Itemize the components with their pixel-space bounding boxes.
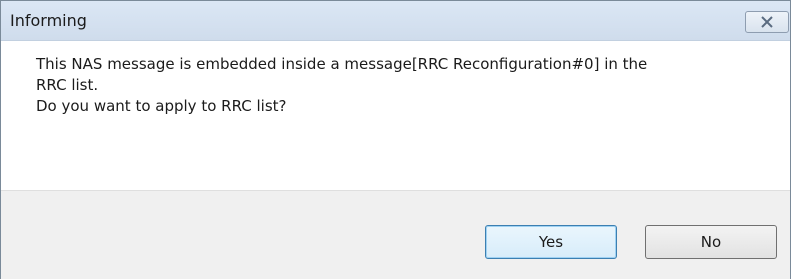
no-button[interactable]: No [645, 225, 777, 259]
message-line: RRC list. [36, 76, 99, 94]
message-text: This NAS message is embedded inside a me… [36, 54, 756, 117]
dialog-window: Informing This NAS message is embedded i… [0, 0, 791, 279]
message-line: This NAS message is embedded inside a me… [36, 55, 648, 73]
window-title: Informing [10, 11, 87, 30]
close-button[interactable] [745, 11, 789, 33]
close-icon [761, 16, 773, 28]
message-line: Do you want to apply to RRC list? [36, 97, 287, 115]
yes-button[interactable]: Yes [485, 225, 617, 259]
title-bar[interactable]: Informing [1, 1, 790, 41]
